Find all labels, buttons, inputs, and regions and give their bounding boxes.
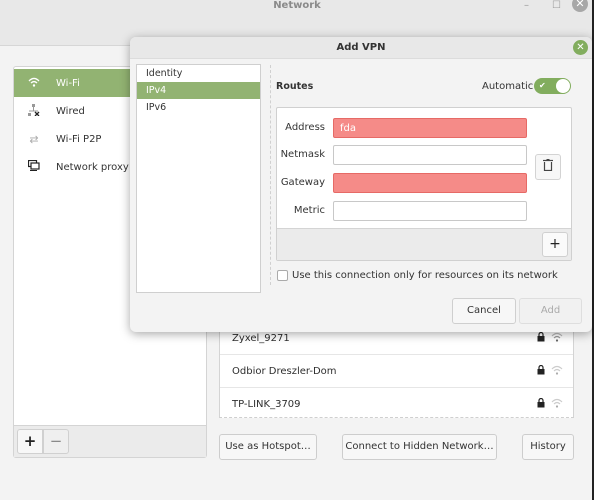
network-row[interactable]: Odbior Dreszler-Dom (220, 355, 573, 388)
automatic-label: Automatic (482, 81, 534, 92)
p2p-arrows-icon: ⇄ (29, 132, 39, 146)
routes-toolbar: + (277, 228, 571, 260)
trash-icon (543, 159, 553, 174)
address-input[interactable] (333, 118, 527, 138)
gateway-input[interactable] (333, 173, 527, 193)
nav-item-ipv6[interactable]: IPv6 (137, 99, 260, 116)
history-button[interactable]: History (522, 434, 574, 460)
cancel-button[interactable]: Cancel (452, 298, 516, 324)
sidebar-toolbar: + − (14, 425, 206, 457)
metric-input[interactable] (333, 201, 527, 221)
network-proxy-icon (26, 159, 42, 174)
only-resources-checkbox[interactable] (277, 270, 288, 281)
toggle-knob (556, 79, 570, 93)
add-route-button[interactable]: + (542, 232, 568, 257)
delete-route-button[interactable] (535, 154, 561, 180)
network-row[interactable]: TP-LINK_3709 (220, 388, 573, 421)
netmask-label: Netmask (280, 149, 325, 160)
dialog-nav-list: Identity IPv4 IPv6 (136, 64, 261, 293)
network-name: TP-LINK_3709 (232, 399, 301, 410)
netmask-input[interactable] (333, 145, 527, 165)
sidebar-item-label: Wi-Fi (56, 77, 80, 89)
automatic-routes-toggle[interactable]: ✔ (534, 78, 571, 94)
nav-item-ipv4[interactable]: IPv4 (137, 82, 260, 99)
dialog-separator (270, 65, 271, 285)
dialog-title: Add VPN (130, 37, 592, 59)
address-label: Address (285, 122, 325, 133)
remove-connection-button[interactable]: − (43, 429, 69, 454)
sidebar-item-label: Network proxy (56, 161, 129, 173)
sidebar-item-label: Wi-Fi P2P (56, 133, 102, 145)
only-resources-label: Use this connection only for resources o… (292, 270, 558, 281)
add-connection-button[interactable]: + (17, 429, 43, 454)
network-name: Zyxel_9271 (232, 332, 290, 344)
only-resources-row[interactable]: Use this connection only for resources o… (277, 270, 558, 281)
metric-label: Metric (293, 205, 325, 216)
maximize-button[interactable]: ☐ (552, 1, 561, 11)
wifi-signal-icon (551, 398, 563, 411)
add-button[interactable]: Add (519, 298, 582, 324)
nav-item-identity[interactable]: Identity (137, 65, 260, 82)
routes-heading: Routes (276, 81, 314, 92)
window-title: Network (273, 0, 321, 11)
wifi-signal-icon (551, 332, 563, 345)
route-entry-box: Address Netmask Gateway Metric + (276, 107, 572, 261)
lock-icon (537, 331, 545, 345)
wifi-icon (26, 77, 42, 90)
wired-disconnected-icon (26, 103, 42, 119)
use-as-hotspot-button[interactable]: Use as Hotspot… (219, 434, 317, 460)
gateway-label: Gateway (280, 177, 325, 188)
lock-icon (537, 364, 545, 378)
network-list: Zyxel_9271 Odbior Dreszler-Dom TP-LINK_3… (219, 322, 574, 418)
lock-icon (537, 397, 545, 411)
connect-hidden-network-button[interactable]: Connect to Hidden Network… (342, 434, 497, 460)
check-icon: ✔ (539, 81, 546, 90)
network-name: Odbior Dreszler-Dom (232, 365, 337, 377)
add-vpn-dialog: Add VPN ✕ Identity IPv4 IPv6 Routes Auto… (130, 37, 592, 332)
sidebar-item-label: Wired (56, 105, 85, 117)
wifi-signal-icon (551, 365, 563, 378)
minimize-button[interactable]: – (524, 1, 529, 11)
dialog-close-button[interactable]: ✕ (573, 40, 588, 55)
